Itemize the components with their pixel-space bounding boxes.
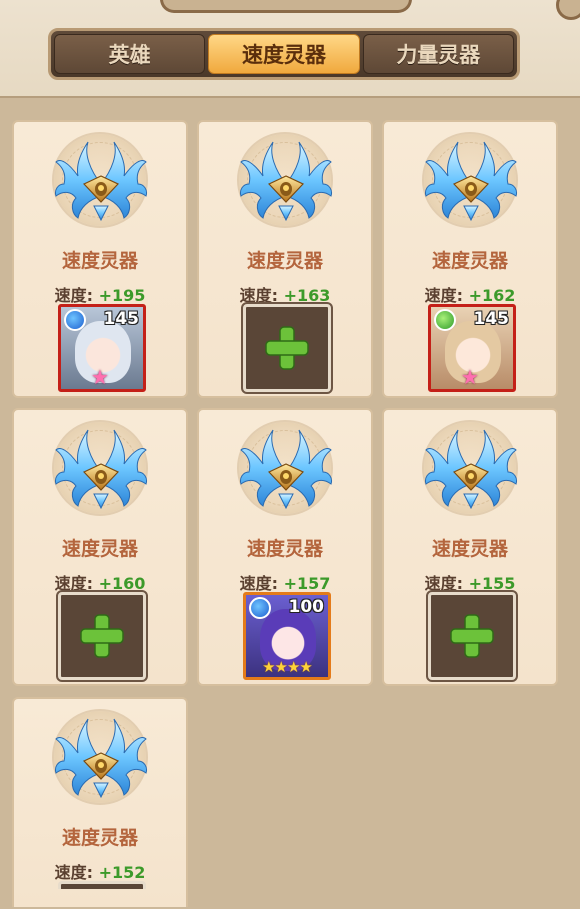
speed-artifact-wings-icon: [54, 717, 148, 799]
hero-stars: ★★★★: [262, 658, 313, 676]
artifact-name: 速度灵器: [246, 250, 323, 272]
speed-artifact-wings-icon: [54, 428, 148, 510]
add-hero-button[interactable]: [428, 592, 516, 680]
plus-icon: [265, 326, 309, 370]
artifact-stat: 速度: +157: [199, 570, 371, 594]
equipped-hero-portrait[interactable]: 100 ★★★★: [243, 592, 331, 680]
artifact-card[interactable]: 速度灵器 速度: +162 145 ★: [382, 120, 558, 398]
equipped-hero-portrait[interactable]: 145 ★: [428, 304, 516, 392]
pink-star-icon: ★: [91, 365, 109, 389]
stat-value: +155: [468, 574, 516, 593]
artifact-stat: 速度: +160: [14, 570, 186, 594]
speed-artifact-wings-icon: [239, 140, 333, 222]
artifact-stat: 速度: +195: [14, 282, 186, 306]
tab-bar: 英雄 速度灵器 力量灵器: [48, 28, 520, 80]
artifact-stat: 速度: +162: [384, 282, 556, 306]
speed-artifact-wings-icon: [424, 428, 518, 510]
artifact-name: 速度灵器: [61, 538, 138, 560]
stat-label: 速度:: [424, 286, 463, 305]
artifact-name: 速度灵器: [61, 250, 138, 272]
artifact-card[interactable]: 速度灵器 速度: +195 145 ★: [12, 120, 188, 398]
add-hero-button[interactable]: [243, 304, 331, 392]
tab-speed-artifacts[interactable]: 速度灵器: [208, 34, 360, 74]
artifact-name: 速度灵器: [431, 538, 508, 560]
equipped-hero-portrait[interactable]: 145 ★: [58, 304, 146, 392]
add-hero-button[interactable]: [58, 592, 146, 680]
speed-artifact-wings-icon: [424, 140, 518, 222]
artifact-stat: 速度: +152: [14, 859, 186, 883]
artifact-card[interactable]: 速度灵器 速度: +163: [197, 120, 373, 398]
stat-value: +160: [98, 574, 146, 593]
stat-label: 速度:: [54, 574, 93, 593]
plus-icon: [450, 614, 494, 658]
pink-star-icon: ★: [461, 365, 479, 389]
stat-value: +195: [98, 286, 146, 305]
wind-element-icon: [434, 309, 456, 331]
stat-label: 速度:: [239, 286, 278, 305]
stat-label: 速度:: [239, 574, 278, 593]
stat-label: 速度:: [54, 286, 93, 305]
slot-edge: [58, 881, 146, 889]
water-element-icon: [249, 597, 271, 619]
plus-icon: [80, 614, 124, 658]
stat-value: +163: [283, 286, 331, 305]
stat-label: 速度:: [424, 574, 463, 593]
stat-value: +152: [98, 863, 146, 882]
tab-heroes[interactable]: 英雄: [54, 34, 206, 74]
artifact-name: 速度灵器: [246, 538, 323, 560]
water-element-icon: [64, 309, 86, 331]
hero-level: 100: [288, 597, 325, 617]
stat-label: 速度:: [54, 863, 93, 882]
speed-artifact-wings-icon: [239, 428, 333, 510]
artifact-card[interactable]: 速度灵器 速度: +157 100 ★★★★: [197, 408, 373, 686]
artifact-card[interactable]: 速度灵器 速度: +155: [382, 408, 558, 686]
hero-level: 145: [473, 309, 510, 329]
speed-artifact-wings-icon: [54, 140, 148, 222]
hero-level: 145: [103, 309, 140, 329]
artifact-stat: 速度: +163: [199, 282, 371, 306]
artifact-name: 速度灵器: [431, 250, 508, 272]
artifact-name: 速度灵器: [61, 827, 138, 849]
artifact-card[interactable]: 速度灵器 速度: +152: [12, 697, 188, 907]
stat-value: +157: [283, 574, 331, 593]
tab-power-artifacts[interactable]: 力量灵器: [362, 34, 514, 74]
stat-value: +162: [468, 286, 516, 305]
header-ornament: [160, 0, 412, 13]
artifact-card[interactable]: 速度灵器 速度: +160: [12, 408, 188, 686]
artifact-stat: 速度: +155: [384, 570, 556, 594]
